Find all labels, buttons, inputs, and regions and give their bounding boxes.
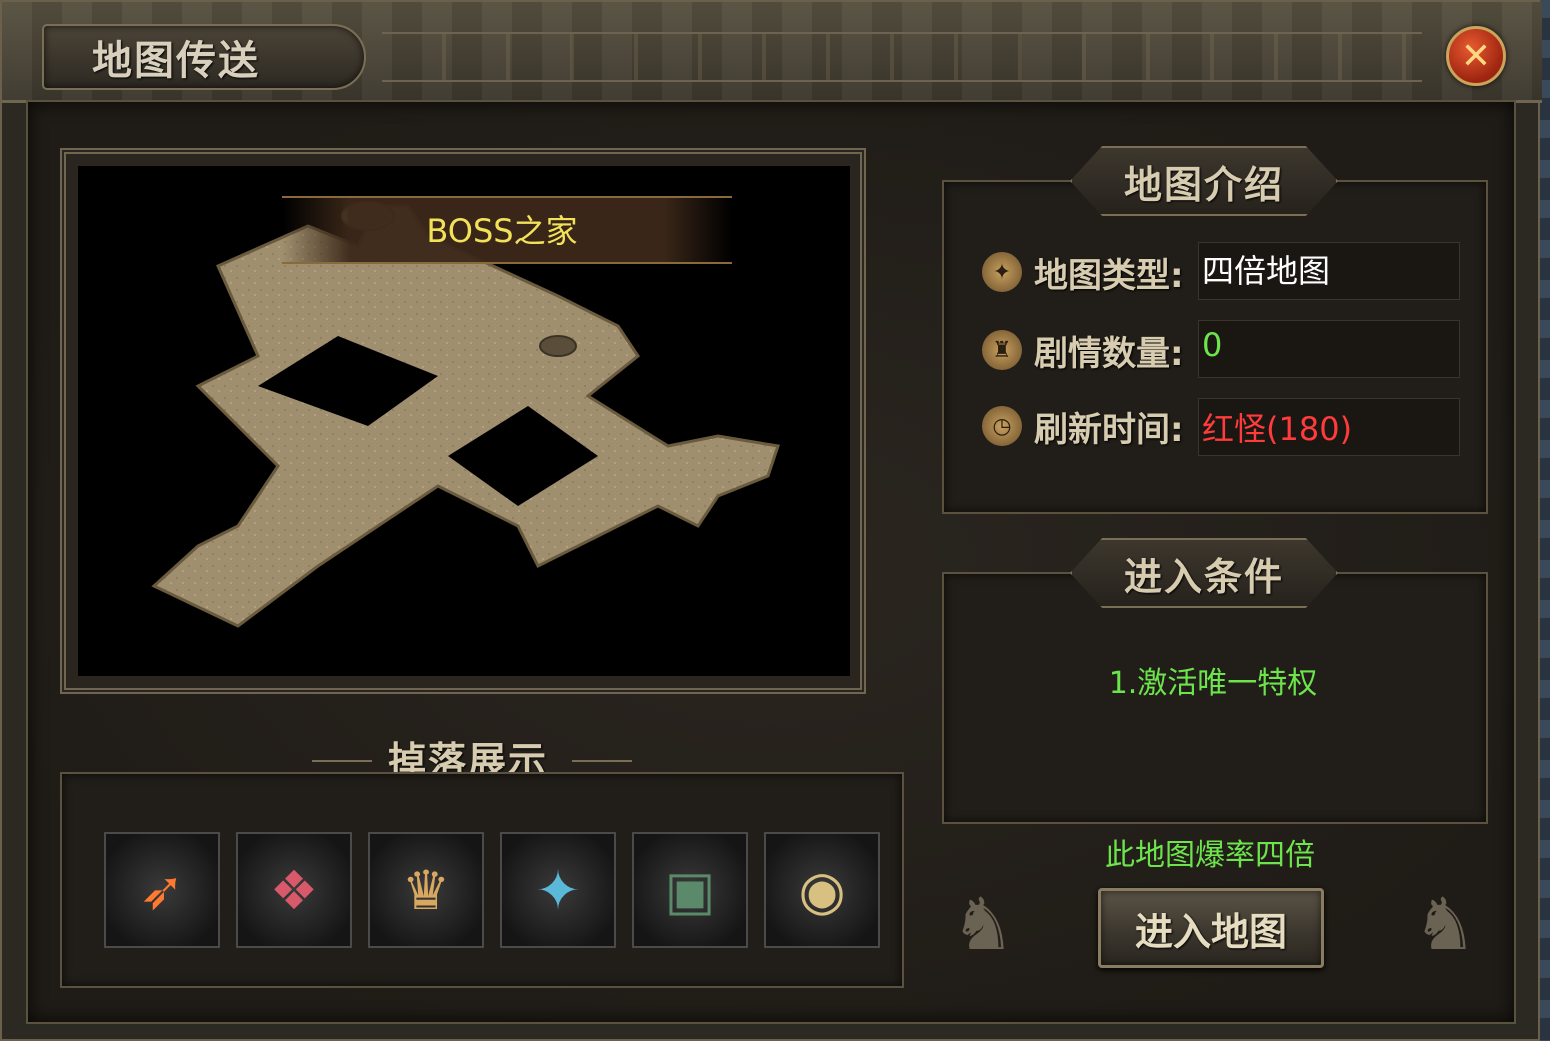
drops-title-wing-right <box>572 760 632 762</box>
clock-icon: ◷ <box>982 406 1022 446</box>
refresh-time-label: 刷新时间: <box>1034 410 1184 450</box>
drop-rate-note: 此地图爆率四倍 <box>1105 838 1315 873</box>
map-type-value: 四倍地图 <box>1202 252 1331 290</box>
refresh-time-value: 红怪(180) <box>1202 410 1353 448</box>
window-title: 地图传送 <box>92 38 260 84</box>
story-count-value-box <box>1198 320 1460 378</box>
drop-item-slot[interactable]: ➶ <box>104 832 220 948</box>
map-name: BOSS之家 <box>426 212 578 250</box>
story-count-label: 剧情数量: <box>1034 334 1184 374</box>
map-teleport-window: 地图传送 ✕ BOSS之家 掉落展示 ➶ ❖ ♛ ✦ ▣ ◉ 地图介绍 ✦ 地图… <box>0 0 1542 1041</box>
enter-map-button[interactable]: 进入地图 <box>1098 888 1324 968</box>
title-ornament <box>382 32 1422 82</box>
entry-condition-text: 1.激活唯一特权 <box>1108 666 1318 701</box>
dragon-ornament-left: ♞ <box>950 882 1016 966</box>
dragon-ornament-right: ♞ <box>1412 882 1478 966</box>
scroll-seal-icon: ♜ <box>982 330 1022 370</box>
map-intro-title: 地图介绍 <box>1124 163 1285 207</box>
gift-pack-icon: ❖ <box>269 858 319 922</box>
food-dish-icon: ◉ <box>798 858 846 922</box>
drop-item-slot[interactable]: ❖ <box>236 832 352 948</box>
drops-title-wing-left <box>312 760 372 762</box>
compass-icon: ✦ <box>982 252 1022 292</box>
drop-item-slot[interactable]: ✦ <box>500 832 616 948</box>
feather-icon: ➶ <box>139 858 185 922</box>
entry-conditions-title: 进入条件 <box>1124 555 1285 599</box>
drop-item-slot[interactable]: ♛ <box>368 832 484 948</box>
drop-item-slot[interactable]: ▣ <box>632 832 748 948</box>
story-count-value: 0 <box>1202 326 1223 364</box>
skill-book-icon: ✦ <box>535 858 581 922</box>
close-button[interactable]: ✕ <box>1446 26 1506 86</box>
map-type-label: 地图类型: <box>1034 256 1184 296</box>
scroll-icon: ♛ <box>401 858 451 922</box>
treasure-chest-icon: ▣ <box>664 858 716 922</box>
close-icon: ✕ <box>1460 35 1492 77</box>
drop-item-slot[interactable]: ◉ <box>764 832 880 948</box>
